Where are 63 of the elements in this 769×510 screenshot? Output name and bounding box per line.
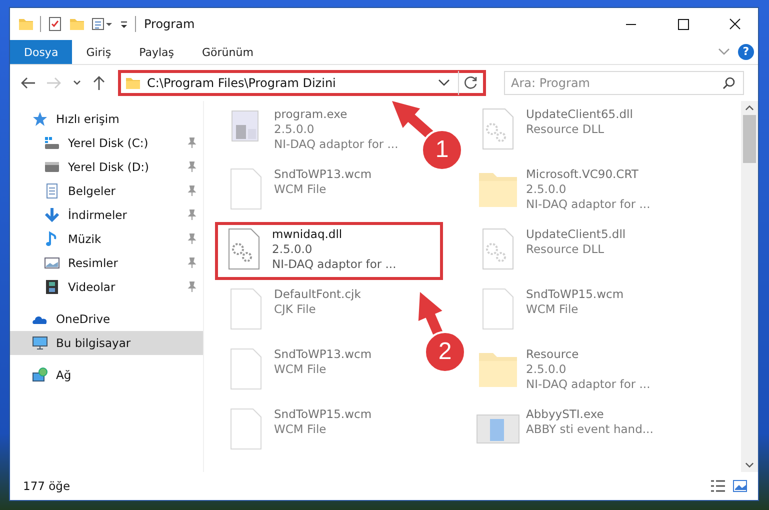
file-item[interactable]: SndToWP13.wcm WCM File — [220, 165, 376, 213]
pin-icon[interactable] — [187, 209, 197, 221]
file-item[interactable]: SndToWP15.wcm WCM File — [220, 405, 376, 453]
pin-icon[interactable] — [187, 233, 197, 245]
sidebar-item[interactable]: Müzik — [10, 227, 203, 251]
drive-icon — [44, 159, 60, 175]
document-icon — [44, 183, 60, 199]
help-icon[interactable]: ? — [738, 44, 754, 60]
sidebar-item[interactable]: Yerel Disk (D:) — [10, 155, 203, 179]
sidebar-item[interactable]: Ağ — [10, 363, 203, 387]
file-item[interactable]: AbbyySTI.exe ABBY sti event hand... — [472, 405, 658, 453]
properties-icon[interactable] — [91, 16, 113, 32]
down-arrow-icon — [44, 207, 60, 223]
sidebar-item[interactable]: Belgeler — [10, 179, 203, 203]
pin-icon[interactable] — [187, 185, 197, 197]
sidebar-item[interactable]: Videolar — [10, 275, 203, 299]
recent-caret-icon[interactable] — [72, 79, 82, 87]
window-title: Program — [144, 17, 195, 31]
search-field[interactable]: Ara: Program — [504, 71, 744, 95]
search-icon[interactable] — [722, 76, 736, 90]
back-icon[interactable] — [20, 76, 36, 90]
sidebar-item[interactable]: Resimler — [10, 251, 203, 275]
sidebar-item[interactable]: Yerel Disk (C:) — [10, 131, 203, 155]
scroll-down-icon[interactable] — [745, 462, 754, 468]
checklist-icon[interactable] — [47, 16, 63, 32]
ribbon-tab[interactable]: Paylaş — [125, 40, 188, 64]
file-item[interactable]: Microsoft.VC90.CRT 2.5.0.0 NI-DAQ adaptor for ... — [472, 165, 654, 214]
chevron-down-icon[interactable] — [718, 48, 730, 56]
ribbon-tab[interactable]: Giriş — [72, 40, 126, 64]
ribbon-tab[interactable]: Dosya — [10, 40, 72, 64]
picture-icon — [44, 255, 60, 271]
file-item[interactable]: UpdateClient5.dll Resource DLL — [472, 225, 630, 273]
star-icon — [32, 111, 48, 127]
sidebar-item[interactable]: Bu bilgisayar — [10, 331, 203, 355]
folder-icon — [125, 75, 141, 91]
pin-icon[interactable] — [187, 281, 197, 293]
pin-icon[interactable] — [187, 161, 197, 173]
scroll-up-icon[interactable] — [745, 105, 754, 111]
file-item[interactable]: Resource 2.5.0.0 NI-DAQ adaptor for ... — [472, 345, 654, 394]
network-icon — [32, 367, 48, 383]
address-field[interactable]: C:\Program Files\Program Dizini — [118, 70, 486, 96]
scrollbar[interactable] — [741, 101, 758, 472]
drive-icon — [44, 135, 60, 151]
ribbon-tab[interactable]: Görünüm — [188, 40, 268, 64]
film-icon — [44, 279, 60, 295]
sidebar-item[interactable]: Hızlı erişim — [10, 107, 203, 131]
sidebar-item[interactable]: İndirmeler — [10, 203, 203, 227]
up-icon[interactable] — [92, 75, 106, 91]
file-item[interactable]: UpdateClient65.dll Resource DLL — [472, 105, 637, 153]
file-item[interactable]: DefaultFont.cjk CJK File — [220, 285, 365, 333]
file-item[interactable]: SndToWP13.wcm WCM File — [220, 345, 376, 393]
file-item[interactable]: program.exe 2.5.0.0 NI-DAQ adaptor for ... — [220, 105, 402, 154]
scrollbar-thumb[interactable] — [743, 115, 756, 163]
file-item[interactable]: mwnidaq.dll 2.5.0.0 NI-DAQ adaptor for ... — [218, 225, 440, 277]
monitor-icon — [32, 335, 48, 351]
item-count: 177 öğe — [23, 479, 70, 493]
pin-icon[interactable] — [187, 137, 197, 149]
pin-icon[interactable] — [187, 257, 197, 269]
dropdown-caret-icon[interactable] — [438, 79, 450, 87]
tiles-view-icon[interactable] — [732, 479, 748, 493]
sidebar-item[interactable]: OneDrive — [10, 307, 203, 331]
details-view-icon[interactable] — [710, 479, 726, 493]
file-item[interactable]: SndToWP15.wcm WCM File — [472, 285, 628, 333]
